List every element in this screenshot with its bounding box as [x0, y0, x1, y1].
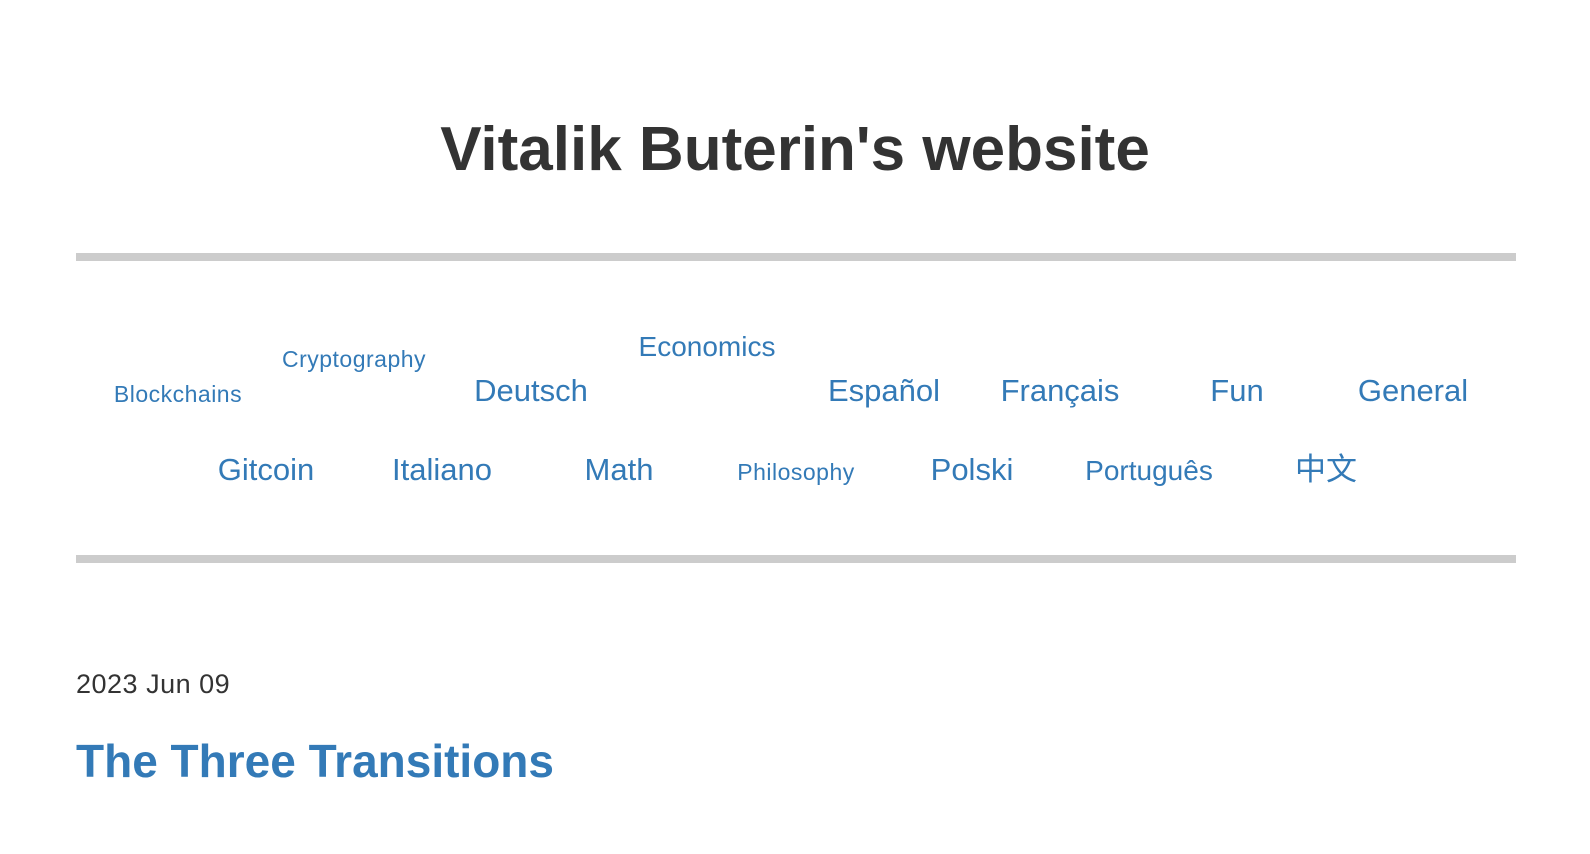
- category-link-portugues[interactable]: Português: [1061, 449, 1237, 493]
- page: Vitalik Buterin's website Blockchains Cr…: [0, 0, 1590, 854]
- category-link-blockchains[interactable]: Blockchains: [90, 376, 266, 412]
- category-link-italiano[interactable]: Italiano: [354, 448, 530, 492]
- category-link-chinese[interactable]: 中文: [1238, 448, 1414, 492]
- category-link-general[interactable]: General: [1325, 369, 1501, 413]
- category-link-espanol[interactable]: Español: [796, 369, 972, 413]
- category-link-economics[interactable]: Economics: [633, 325, 781, 369]
- bottom-divider: [76, 555, 1516, 563]
- category-link-gitcoin[interactable]: Gitcoin: [178, 448, 354, 492]
- post-date: 2023 Jun 09: [76, 669, 231, 699]
- category-link-francais[interactable]: Français: [972, 369, 1148, 413]
- category-link-philosophy[interactable]: Philosophy: [708, 454, 884, 490]
- top-divider: [76, 253, 1516, 261]
- post-title-link[interactable]: The Three Transitions: [76, 731, 554, 791]
- category-link-deutsch[interactable]: Deutsch: [443, 369, 619, 413]
- category-link-math[interactable]: Math: [531, 448, 707, 492]
- category-link-cryptography[interactable]: Cryptography: [279, 341, 429, 377]
- site-title: Vitalik Buterin's website: [440, 115, 1150, 184]
- category-link-fun[interactable]: Fun: [1149, 369, 1325, 413]
- category-link-polski[interactable]: Polski: [884, 448, 1060, 492]
